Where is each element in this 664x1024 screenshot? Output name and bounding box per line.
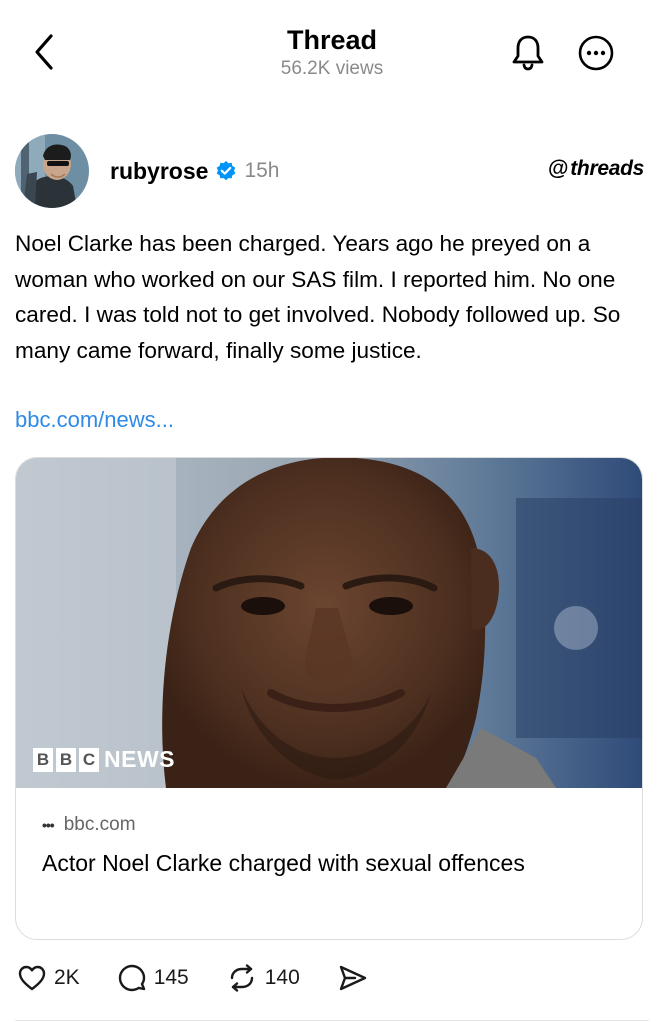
reply-button[interactable]: 145 [118,964,189,992]
post-link[interactable]: bbc.com/news... [15,407,174,433]
top-bar: Thread 56.2K views [0,0,664,100]
header-title-group: Thread 56.2K views [0,24,664,81]
link-domain-row: ••• bbc.com [42,814,136,836]
username[interactable]: rubyrose [110,158,208,185]
threads-brand: @ threads [548,157,644,181]
avatar-image [15,134,89,208]
post-timestamp: 15h [244,159,280,182]
post-text: Noel Clarke has been charged. Years ago … [15,231,621,363]
threads-wordmark: threads [570,157,644,180]
link-preview-image: B B C NEWS [16,458,642,788]
avatar[interactable] [15,134,89,208]
action-bar: 2K 145 140 [18,958,406,998]
link-domain: bbc.com [63,814,136,835]
more-options-button[interactable] [576,33,616,73]
reply-count: 145 [153,966,189,989]
verified-badge-icon [215,160,237,182]
notifications-button[interactable] [508,32,548,72]
bbc-news-logo: B B C NEWS [33,746,175,773]
link-preview-card[interactable]: B B C NEWS ••• bbc.com Actor Noel Clarke… [15,457,643,940]
share-send-icon [339,965,366,991]
bbc-news-wordmark: NEWS [104,746,175,772]
bbc-logo-letter: B [33,747,53,772]
share-button[interactable] [338,964,368,992]
repost-icon [230,964,253,992]
heart-icon [18,965,46,991]
view-count: 56.2K views [280,58,384,79]
site-favicon-icon: ••• [42,817,55,833]
bell-icon [512,35,544,71]
bbc-logo-letter: B [56,747,76,772]
page-title: Thread [286,25,378,55]
like-button[interactable]: 2K [18,965,80,991]
author-row: rubyrose 15h [110,155,279,187]
bbc-logo-letter: C [79,747,99,772]
repost-button[interactable]: 140 [227,964,300,992]
threads-logo-icon: @ [548,157,569,180]
more-horizontal-icon [578,35,614,71]
link-title: Actor Noel Clarke charged with sexual of… [42,850,525,876]
reply-bubble-icon [118,964,145,992]
divider [15,1020,649,1021]
repost-count: 140 [264,966,300,989]
like-count: 2K [54,966,80,989]
